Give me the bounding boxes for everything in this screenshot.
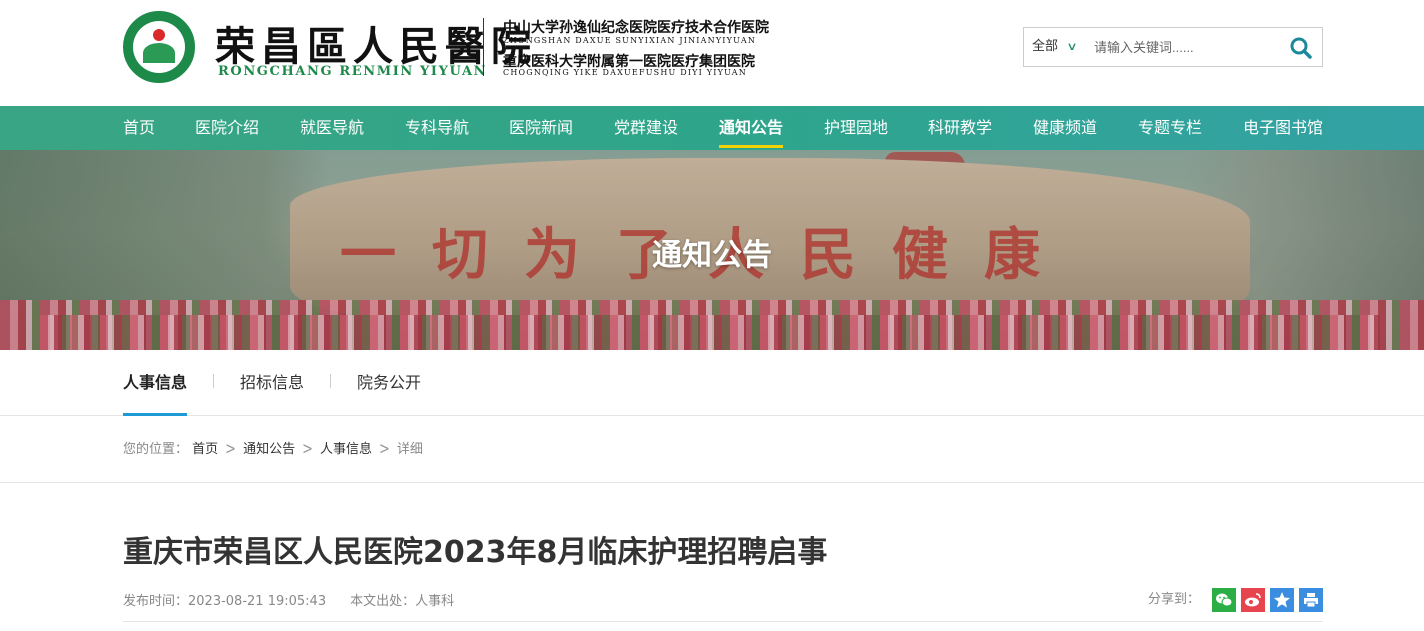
publish-time-label: 发布时间： xyxy=(123,594,189,609)
hospital-logo-emblem[interactable] xyxy=(123,11,195,83)
nav-nursing[interactable]: 护理园地 xyxy=(824,106,888,150)
share-qzone-button[interactable] xyxy=(1270,588,1294,612)
article-title: 重庆市荣昌区人民医院2023年8月临床护理招聘启事 xyxy=(123,535,828,570)
logo-divider xyxy=(483,18,484,76)
search-button[interactable] xyxy=(1288,35,1314,61)
site-header: 荣昌區人民醫院 RONGCHANG RENMIN YIYUAN 中山大学孙逸仙纪… xyxy=(0,0,1424,106)
hospital-name-en: RONGCHANG RENMIN YIYUAN xyxy=(218,64,488,79)
affiliation-2-en: CHOGNQING YIKE DAXUEFUSHU DIYI YIYUAN xyxy=(503,68,747,77)
breadcrumb-bar: 您的位置： 首页 > 通知公告 > 人事信息 > 详细 xyxy=(0,417,1424,483)
subnav-divider xyxy=(330,374,331,388)
chevron-right-icon: > xyxy=(225,439,237,460)
search-input[interactable] xyxy=(1094,33,1284,61)
article-divider xyxy=(123,621,1323,622)
nav-hospital-intro[interactable]: 医院介绍 xyxy=(195,106,259,150)
breadcrumb-home[interactable]: 首页 xyxy=(192,442,218,457)
affiliation-1-en: ZHONGSHAN DAXUE SUNYIXIAN JINIANYIYUAN xyxy=(503,36,757,45)
article-source: 人事科 xyxy=(415,594,455,609)
subnav-hospital-affairs[interactable]: 院务公开 xyxy=(357,350,421,416)
breadcrumb-current: 详细 xyxy=(396,442,423,457)
breadcrumb-personnel-info[interactable]: 人事信息 xyxy=(320,442,372,457)
share-wechat-button[interactable] xyxy=(1212,588,1236,612)
page-banner: 一切为了人民健康 通知公告 xyxy=(0,150,1424,350)
subnav-tender-info[interactable]: 招标信息 xyxy=(240,350,304,416)
nav-specialty-guide[interactable]: 专科导航 xyxy=(405,106,469,150)
breadcrumb-notices[interactable]: 通知公告 xyxy=(243,442,295,457)
chevron-right-icon: > xyxy=(379,439,390,460)
affiliation-1-cn: 中山大学孙逸仙纪念医院医疗技术合作医院 xyxy=(503,20,769,36)
search-scope-select[interactable]: 全部 ∨ xyxy=(1032,28,1078,66)
chevron-down-icon: ∨ xyxy=(1066,40,1078,53)
main-nav: 首页 医院介绍 就医导航 专科导航 医院新闻 党群建设 通知公告 护理园地 科研… xyxy=(0,106,1424,150)
breadcrumb: 您的位置： 首页 > 通知公告 > 人事信息 > 详细 xyxy=(123,417,423,483)
nav-hospital-news[interactable]: 医院新闻 xyxy=(509,106,573,150)
subnav-personnel-info[interactable]: 人事信息 xyxy=(123,350,188,416)
nav-party-building[interactable]: 党群建设 xyxy=(614,106,678,150)
nav-special-topics[interactable]: 专题专栏 xyxy=(1138,106,1202,150)
nav-visit-guide[interactable]: 就医导航 xyxy=(300,106,364,150)
share-weibo-button[interactable] xyxy=(1241,588,1265,612)
nav-notices[interactable]: 通知公告 xyxy=(719,106,784,150)
nav-research-teaching[interactable]: 科研教学 xyxy=(928,106,992,150)
publish-time: 2023-08-21 19:05:43 xyxy=(188,594,327,609)
source-label: 本文出处： xyxy=(350,594,416,609)
banner-title: 通知公告 xyxy=(652,238,772,273)
search-box: 全部 ∨ xyxy=(1023,27,1323,67)
article-meta: 发布时间：2023-08-21 19:05:43 本文出处：人事科 xyxy=(123,590,454,609)
nav-home[interactable]: 首页 xyxy=(123,106,155,150)
chevron-right-icon: > xyxy=(302,439,313,460)
sub-nav: 人事信息 招标信息 院务公开 xyxy=(0,350,1424,416)
share-label: 分享到： xyxy=(1148,592,1201,607)
share-print-button[interactable] xyxy=(1299,588,1323,612)
nav-health-channel[interactable]: 健康频道 xyxy=(1033,106,1097,150)
search-icon xyxy=(1290,37,1312,59)
weibo-icon xyxy=(1245,593,1261,607)
breadcrumb-label: 您的位置： xyxy=(123,442,189,457)
print-icon xyxy=(1304,593,1318,608)
subnav-divider xyxy=(213,374,214,388)
wechat-icon xyxy=(1216,593,1233,607)
nav-e-library[interactable]: 电子图书馆 xyxy=(1243,106,1323,150)
qzone-icon xyxy=(1274,592,1290,608)
search-scope-label: 全部 xyxy=(1032,39,1059,54)
